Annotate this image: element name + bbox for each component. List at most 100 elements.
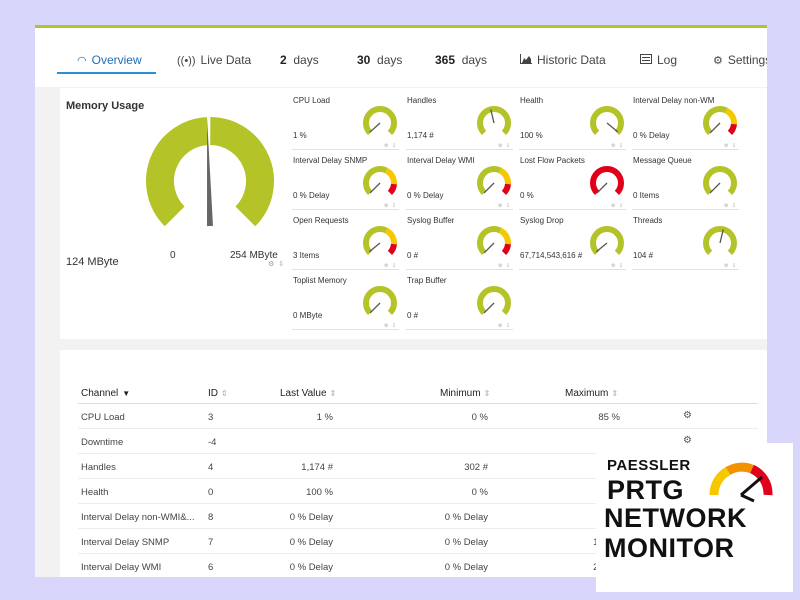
mini-gauge-card[interactable]: Handles 1,174 # ⚙ ⇩ xyxy=(406,94,513,150)
cell-channel[interactable]: Handles xyxy=(81,462,196,473)
mini-gauge-title: CPU Load xyxy=(293,96,330,105)
gauge-needle xyxy=(709,122,721,134)
mini-gauge-card[interactable]: Message Queue 0 Items ⚙ ⇩ xyxy=(632,154,739,210)
gauge-warning-arc xyxy=(498,227,511,245)
mini-gauge-card[interactable]: CPU Load 1 % ⚙ ⇩ xyxy=(292,94,399,150)
gauge-actions-icon[interactable]: ⚙ ⇩ xyxy=(384,263,397,269)
gauge-actions-icon[interactable]: ⚙ ⇩ xyxy=(384,203,397,209)
mini-gauge-card[interactable]: Open Requests 3 Items ⚙ ⇩ xyxy=(292,214,399,270)
column-header-maximum[interactable]: Maximum ⇕ xyxy=(565,388,618,399)
cell-id: 7 xyxy=(208,537,214,548)
sort-icon: ⇕ xyxy=(221,389,228,398)
mini-gauge-card[interactable]: Trap Buffer 0 # ⚙ ⇩ xyxy=(406,274,513,330)
gauge-actions-icon[interactable]: ⚙ ⇩ xyxy=(724,143,737,149)
tab-overview[interactable]: ◠ Overview xyxy=(77,52,142,74)
mini-gauge-dial xyxy=(363,286,397,316)
mini-gauge-value: 0 % Delay xyxy=(407,191,444,200)
gauge-error-arc xyxy=(727,123,737,136)
gauge-actions-icon[interactable]: ⚙ ⇩ xyxy=(724,263,737,269)
mini-gauge-card[interactable]: Lost Flow Packets 0 % ⚙ ⇩ xyxy=(519,154,626,210)
gauge-actions-icon[interactable]: ⚙ ⇩ xyxy=(498,323,511,329)
cell-channel[interactable]: CPU Load xyxy=(81,412,196,423)
mini-gauge-title: Toplist Memory xyxy=(293,276,347,285)
mini-gauge-dial xyxy=(477,226,511,256)
mini-gauge-card[interactable]: Toplist Memory 0 MByte ⚙ ⇩ xyxy=(292,274,399,330)
gauge-ok-arc xyxy=(477,166,502,196)
gauge-needle xyxy=(369,182,381,194)
tab-live-data[interactable]: ((•)) Live Data xyxy=(177,52,251,74)
gauge-ok-arc xyxy=(703,106,728,136)
gauge-actions-icon[interactable]: ⚙ ⇩ xyxy=(498,203,511,209)
table-row[interactable]: CPU Load 3 1 % 0 % 85 % ⚙ xyxy=(78,404,758,429)
column-header-last-value[interactable]: Last Value ⇕ xyxy=(280,388,336,399)
mini-gauge-title: Message Queue xyxy=(633,156,692,165)
mini-gauge-value: 104 # xyxy=(633,251,654,260)
cell-channel[interactable]: Health xyxy=(81,487,196,498)
gauge-actions-icon[interactable]: ⚙ ⇩ xyxy=(611,263,624,269)
tab-log[interactable]: Log xyxy=(640,52,677,74)
mini-gauge-title: Health xyxy=(520,96,544,105)
sort-desc-icon: ▼ xyxy=(122,389,131,398)
gauge-actions-icon[interactable]: ⚙ ⇩ xyxy=(724,203,737,209)
gauge-needle xyxy=(483,182,495,194)
gauge-actions-icon[interactable]: ⚙ ⇩ xyxy=(611,203,624,209)
paessler-prtg-logo: PAESSLER PRTG NETWORK MONITOR xyxy=(596,443,793,592)
column-header-id[interactable]: ID ⇕ xyxy=(208,388,228,399)
gear-icon: ⚙ xyxy=(713,55,723,67)
cell-channel[interactable]: Downtime xyxy=(81,437,196,448)
gauge-actions-icon[interactable]: ⚙ ⇩ xyxy=(384,143,397,149)
tab-settings[interactable]: ⚙ Settings xyxy=(713,52,767,74)
mini-gauge-card[interactable]: Syslog Drop 67,714,543,616 # ⚙ ⇩ xyxy=(519,214,626,270)
tab-2-days[interactable]: 2 days xyxy=(280,52,319,74)
mini-gauge-card[interactable]: Interval Delay SNMP 0 % Delay ⚙ ⇩ xyxy=(292,154,399,210)
gauge-needle xyxy=(369,302,381,314)
gauge-ok-arc xyxy=(590,106,624,136)
mini-gauge-dial xyxy=(703,226,737,256)
mini-gauge-card[interactable]: Interval Delay non-WMI... 0 % Delay ⚙ ⇩ xyxy=(632,94,739,150)
gauge-actions-icon[interactable]: ⚙ ⇩ xyxy=(268,260,285,268)
mini-gauge-dial xyxy=(590,106,624,136)
column-header-minimum[interactable]: Minimum ⇕ xyxy=(440,388,490,399)
gauge-needle xyxy=(595,242,608,253)
tab-30-days[interactable]: 30 days xyxy=(357,52,402,74)
mini-gauge-title: Interval Delay WMI xyxy=(407,156,475,165)
gauge-actions-icon[interactable]: ⚙ ⇩ xyxy=(384,323,397,329)
mini-gauge-title: Open Requests xyxy=(293,216,349,225)
gauge-actions-icon[interactable]: ⚙ ⇩ xyxy=(498,263,511,269)
mini-gauge-dial xyxy=(363,226,397,256)
channel-settings-icon[interactable]: ⚙ xyxy=(683,410,692,421)
memory-gauge-min: 0 xyxy=(170,250,176,261)
mini-gauge-card[interactable]: Threads 104 # ⚙ ⇩ xyxy=(632,214,739,270)
mini-gauge-dial xyxy=(590,226,624,256)
gauge-ok-arc xyxy=(363,286,397,316)
mini-gauge-title: Handles xyxy=(407,96,437,105)
mini-gauge-value: 0 Items xyxy=(633,191,660,200)
broadcast-icon: ((•)) xyxy=(177,55,196,67)
cell-channel[interactable]: Interval Delay WMI xyxy=(81,562,196,573)
cell-maximum: 85 % xyxy=(598,412,620,423)
mini-gauge-value: 100 % xyxy=(520,131,543,140)
area-chart-icon xyxy=(520,53,532,69)
mini-gauge-value: 67,714,543,616 # xyxy=(520,251,583,260)
panel-divider xyxy=(60,339,767,350)
mini-gauge-card[interactable]: Interval Delay WMI 0 % Delay ⚙ ⇩ xyxy=(406,154,513,210)
mini-gauge-dial xyxy=(590,166,624,196)
cell-channel[interactable]: Interval Delay non-WMI&... xyxy=(81,512,196,523)
cell-channel[interactable]: Interval Delay SNMP xyxy=(81,537,196,548)
mini-gauge-value: 0 % Delay xyxy=(633,131,670,140)
sort-icon: ⇕ xyxy=(329,389,337,398)
cell-last-value: 0 % Delay xyxy=(289,562,333,573)
mini-gauge-title: Trap Buffer xyxy=(407,276,447,285)
column-header-channel[interactable]: Channel ▼ xyxy=(81,388,130,399)
gauge-warning-arc xyxy=(384,227,397,245)
tab-365-days[interactable]: 365 days xyxy=(435,52,487,74)
gauge-actions-icon[interactable]: ⚙ ⇩ xyxy=(611,143,624,149)
cell-minimum: 0 % xyxy=(471,412,488,423)
mini-gauge-value: 1 % xyxy=(293,131,307,140)
tab-historic-data[interactable]: Historic Data xyxy=(520,52,606,74)
gauge-ok-arc xyxy=(477,226,502,256)
tab-bar: ◠ Overview ((•)) Live Data 2 days 30 days … xyxy=(35,28,767,87)
mini-gauge-card[interactable]: Syslog Buffer 0 # ⚙ ⇩ xyxy=(406,214,513,270)
mini-gauge-card[interactable]: Health 100 % ⚙ ⇩ xyxy=(519,94,626,150)
gauge-actions-icon[interactable]: ⚙ ⇩ xyxy=(498,143,511,149)
